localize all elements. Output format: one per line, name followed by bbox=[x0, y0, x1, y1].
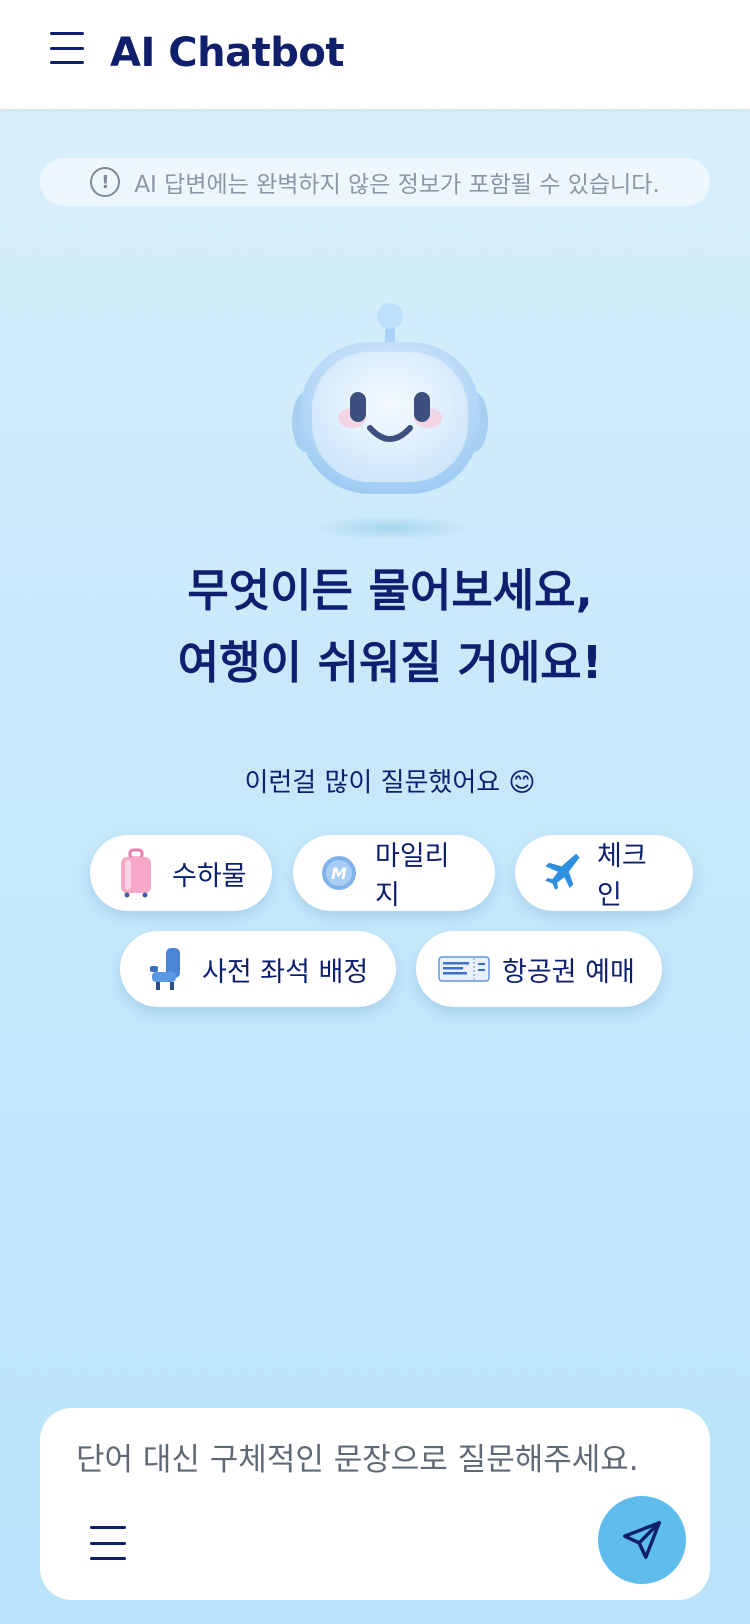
suggestions-heading: 이런걸 많이 질문했어요 😊 bbox=[244, 768, 536, 798]
chat-input[interactable] bbox=[76, 1436, 676, 1484]
send-icon bbox=[623, 1521, 661, 1559]
suggestion-chip-ticket-booking[interactable]: 항공권 예매 bbox=[416, 931, 662, 1007]
suggestion-chip-mileage[interactable]: M 마일리지 bbox=[293, 835, 495, 911]
seat-icon bbox=[142, 945, 190, 993]
ticket-icon bbox=[438, 945, 490, 993]
chip-label: 수하물 bbox=[172, 860, 247, 892]
chip-label: 항공권 예매 bbox=[502, 956, 635, 988]
disclaimer-banner: ! AI 답변에는 완벽하지 않은 정보가 포함될 수 있습니다. bbox=[40, 158, 710, 206]
app-title: AI Chatbot bbox=[110, 30, 344, 76]
disclaimer-text: AI 답변에는 완벽하지 않은 정보가 포함될 수 있습니다. bbox=[134, 172, 660, 198]
menu-icon[interactable] bbox=[46, 28, 90, 68]
chip-label: 체크인 bbox=[597, 841, 647, 911]
hero-line-1: 무엇이든 물어보세요, bbox=[187, 564, 593, 617]
chip-label: 사전 좌석 배정 bbox=[202, 956, 369, 988]
hero-headline: 무엇이든 물어보세요, 여행이 쉬워질 거에요! bbox=[0, 555, 750, 699]
send-button[interactable] bbox=[598, 1496, 686, 1584]
message-composer bbox=[40, 1408, 710, 1600]
app-header: AI Chatbot bbox=[0, 0, 750, 110]
chip-label: 마일리지 bbox=[375, 841, 450, 911]
airplane-icon bbox=[537, 849, 585, 897]
robot-mascot-icon bbox=[292, 303, 488, 540]
info-icon: ! bbox=[90, 167, 121, 197]
suggestion-chip-checkin[interactable]: 체크인 bbox=[515, 835, 693, 911]
luggage-icon bbox=[112, 848, 160, 898]
svg-text:M: M bbox=[331, 864, 347, 883]
suggestion-chip-seat-assignment[interactable]: 사전 좌석 배정 bbox=[120, 931, 396, 1007]
suggestion-chip-baggage[interactable]: 수하물 bbox=[90, 835, 272, 911]
mileage-coin-icon: M bbox=[315, 849, 363, 897]
hero-line-2: 여행이 쉬워질 거에요! bbox=[177, 636, 603, 689]
menu-icon[interactable] bbox=[90, 1526, 126, 1560]
